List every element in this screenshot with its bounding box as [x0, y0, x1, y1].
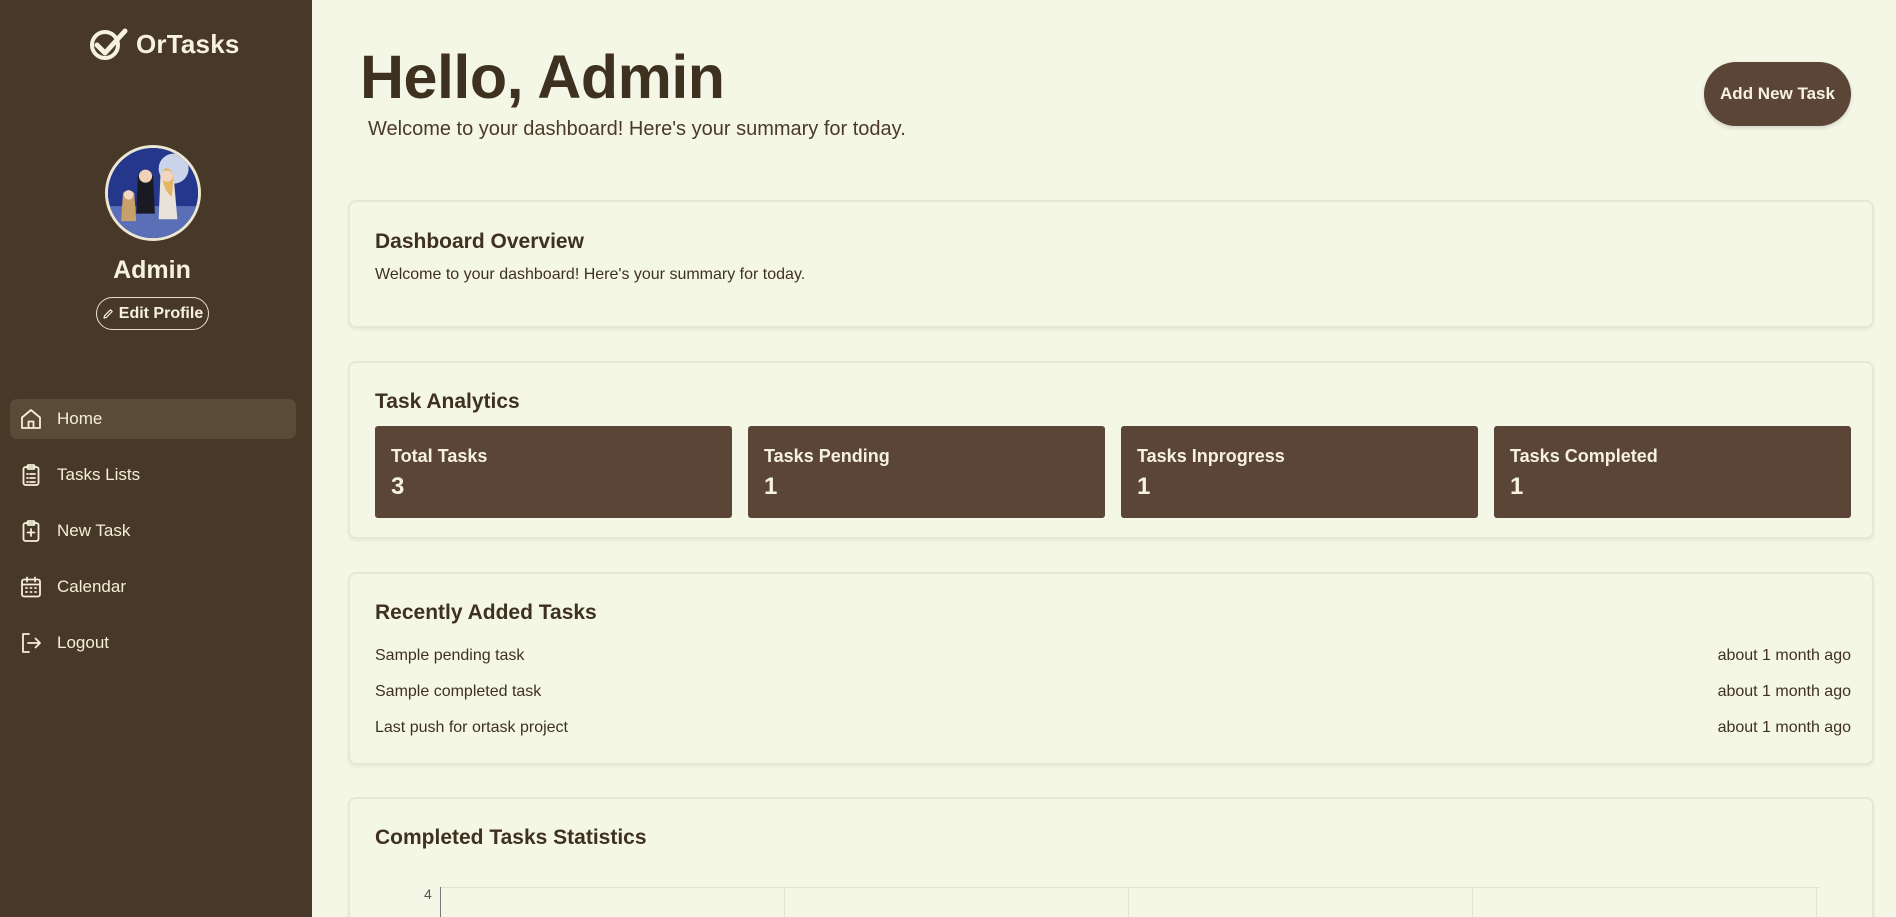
- calendar-icon: [21, 576, 41, 598]
- edit-profile-label: Edit Profile: [118, 304, 204, 322]
- stat-value: 1: [1137, 473, 1151, 500]
- recent-tasks-card: Recently Added Tasks Sample pending task…: [348, 572, 1874, 765]
- completed-tasks-statistics-card: Completed Tasks Statistics 4: [348, 797, 1874, 917]
- sidebar-item-home[interactable]: Home: [10, 399, 296, 439]
- stat-tasks-completed[interactable]: Tasks Completed 1: [1494, 426, 1851, 518]
- list-item[interactable]: Sample completed task about 1 month ago: [375, 680, 1851, 704]
- card-text: Welcome to your dashboard! Here's your s…: [375, 266, 806, 283]
- stat-label: Total Tasks: [391, 446, 488, 466]
- stat-value: 3: [391, 473, 405, 500]
- sidebar-item-tasks-lists[interactable]: Tasks Lists: [10, 455, 296, 495]
- sidebar-item-new-task[interactable]: New Task: [10, 511, 296, 551]
- sidebar-item-label: Home: [57, 409, 103, 428]
- sidebar-item-label: New Task: [57, 521, 131, 540]
- card-title: Dashboard Overview: [375, 230, 584, 253]
- clipboard-plus-icon: [22, 520, 40, 542]
- stat-value: 1: [764, 473, 778, 500]
- card-title: Recently Added Tasks: [375, 601, 597, 624]
- brand[interactable]: OrTasks: [88, 26, 240, 62]
- edit-profile-button[interactable]: Edit Profile: [96, 297, 209, 330]
- task-name: Last push for ortask project: [375, 719, 568, 736]
- stat-label: Tasks Pending: [764, 446, 890, 466]
- stat-label: Tasks Completed: [1510, 446, 1658, 466]
- card-title: Task Analytics: [375, 390, 520, 413]
- avatar-image: [108, 148, 198, 238]
- task-time: about 1 month ago: [1717, 719, 1851, 736]
- list-item[interactable]: Last push for ortask project about 1 mon…: [375, 716, 1851, 740]
- main-content: Hello, Admin Welcome to your dashboard! …: [312, 0, 1896, 917]
- pencil-icon: [103, 308, 113, 319]
- sidebar-nav: Home Tasks Lists New Task Calendar Logou…: [10, 399, 296, 679]
- sidebar-item-label: Calendar: [57, 577, 126, 596]
- dashboard-overview-card: Dashboard Overview Welcome to your dashb…: [348, 200, 1874, 328]
- completed-tasks-chart: [440, 887, 1820, 917]
- task-name: Sample pending task: [375, 647, 525, 664]
- y-axis-tick-label: 4: [424, 886, 432, 902]
- check-badge-icon: [90, 28, 128, 60]
- brand-name: OrTasks: [136, 28, 240, 59]
- stat-value: 1: [1510, 473, 1524, 500]
- sidebar-item-logout[interactable]: Logout: [10, 623, 296, 663]
- stat-label: Tasks Inprogress: [1137, 446, 1285, 466]
- task-analytics-card: Task Analytics Total Tasks 3 Tasks Pendi…: [348, 361, 1874, 539]
- task-time: about 1 month ago: [1717, 647, 1851, 664]
- profile-name: Admin: [113, 256, 191, 284]
- sidebar-item-label: Tasks Lists: [57, 465, 141, 484]
- home-icon: [21, 409, 41, 429]
- avatar[interactable]: [105, 145, 201, 241]
- page-subtitle: Welcome to your dashboard! Here's your s…: [368, 118, 906, 140]
- sidebar: OrTasks Admin Edit Profile Home Tasks Li…: [0, 0, 312, 917]
- task-name: Sample completed task: [375, 683, 542, 700]
- sidebar-item-calendar[interactable]: Calendar: [10, 567, 296, 607]
- stat-tasks-pending[interactable]: Tasks Pending 1: [748, 426, 1105, 518]
- card-title: Completed Tasks Statistics: [375, 826, 647, 849]
- sidebar-item-label: Logout: [57, 633, 109, 652]
- logout-icon: [22, 633, 41, 653]
- clipboard-list-icon: [22, 464, 40, 486]
- list-item[interactable]: Sample pending task about 1 month ago: [375, 644, 1851, 668]
- stat-tasks-inprogress[interactable]: Tasks Inprogress 1: [1121, 426, 1478, 518]
- stat-total-tasks[interactable]: Total Tasks 3: [375, 426, 732, 518]
- add-new-task-button[interactable]: Add New Task: [1704, 62, 1851, 126]
- page-title: Hello, Admin: [360, 43, 725, 111]
- task-time: about 1 month ago: [1717, 683, 1851, 700]
